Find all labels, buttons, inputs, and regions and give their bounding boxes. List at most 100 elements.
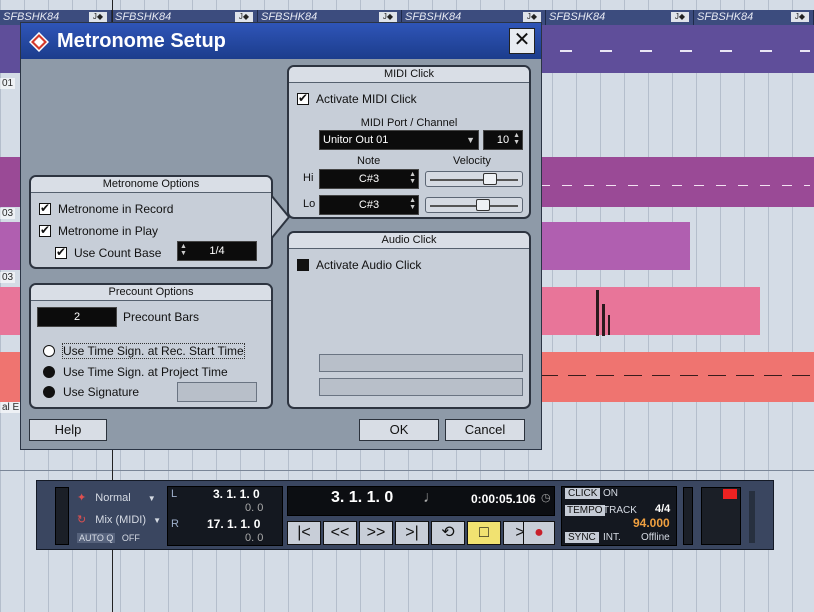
track-label: al E bbox=[0, 402, 22, 413]
tempo-value[interactable]: 94.000 bbox=[633, 516, 670, 530]
output-meter bbox=[683, 487, 693, 545]
cancel-button[interactable]: Cancel bbox=[445, 419, 525, 441]
checkbox-box[interactable] bbox=[39, 223, 51, 237]
go-to-start-button[interactable]: |< bbox=[287, 521, 321, 545]
left-locator-value[interactable]: 3. 1. 1. 0 bbox=[213, 487, 260, 501]
midi-port-select[interactable]: Unitor Out 01 ▼ bbox=[319, 130, 479, 150]
audio-waveform bbox=[608, 315, 610, 335]
rewind-button[interactable]: << bbox=[323, 521, 357, 545]
signature-field[interactable] bbox=[177, 382, 257, 402]
fast-forward-button[interactable]: >> bbox=[359, 521, 393, 545]
panel-title: Metronome Options bbox=[31, 177, 271, 193]
precount-bars-label: Precount Bars bbox=[123, 310, 200, 324]
note-header: Note bbox=[357, 155, 381, 167]
metronome-options-panel: Metronome Options Metronome in Record Me… bbox=[29, 175, 273, 269]
checkbox-box[interactable] bbox=[39, 201, 51, 215]
part-name: SFBSHK84 bbox=[549, 11, 606, 23]
transport-panel: ✦ Normal ▼ ↻ Mix (MIDI) ▼ AUTO Q OFF L 3… bbox=[36, 480, 774, 550]
audio-click-hi-field[interactable] bbox=[319, 354, 523, 372]
record-mode-select[interactable]: ✦ Normal ▼ bbox=[77, 491, 156, 504]
part-header[interactable]: SFBSHK84 J◆ bbox=[694, 10, 814, 25]
checkbox-box[interactable] bbox=[297, 259, 309, 271]
midi-channel-field[interactable]: 10 ▲ ▼ bbox=[483, 130, 523, 150]
checkbox-box[interactable] bbox=[55, 245, 67, 259]
position-bars[interactable]: 3. 1. 1. 0 bbox=[331, 489, 393, 507]
help-button[interactable]: Help bbox=[29, 419, 107, 441]
chevron-down-icon[interactable]: ▼ bbox=[153, 516, 161, 525]
audio-click-lo-field[interactable] bbox=[319, 378, 523, 396]
radio-time-sign-project[interactable]: Use Time Sign. at Project Time bbox=[43, 365, 228, 379]
radio-time-sign-rec-start[interactable]: Use Time Sign. at Rec. Start Time bbox=[43, 343, 245, 359]
slider-rail bbox=[430, 205, 518, 207]
slider-knob[interactable] bbox=[476, 199, 490, 211]
position-time[interactable]: 0:00:05.106 bbox=[471, 492, 536, 506]
hi-note-field[interactable]: C#3 ▲ ▼ bbox=[319, 169, 419, 189]
spin-arrows-icon[interactable]: ▲ ▼ bbox=[513, 132, 520, 146]
ok-button[interactable]: OK bbox=[359, 419, 439, 441]
chevron-down-icon[interactable]: ▼ bbox=[148, 494, 156, 503]
checkbox-label: Metronome in Play bbox=[58, 224, 159, 238]
lo-velocity-slider[interactable] bbox=[425, 197, 523, 213]
right-locator-value[interactable]: 17. 1. 1. 0 bbox=[207, 517, 260, 531]
metronome-in-record-checkbox[interactable]: Metronome in Record bbox=[39, 201, 174, 216]
cubase-logo-icon bbox=[29, 32, 49, 52]
track-divider bbox=[0, 470, 814, 471]
lo-label: Lo bbox=[303, 198, 316, 210]
radio-button[interactable] bbox=[43, 366, 55, 378]
activate-midi-click-checkbox[interactable]: Activate MIDI Click bbox=[297, 91, 417, 106]
audio-waveform bbox=[602, 304, 605, 336]
midi-part-notes bbox=[540, 185, 810, 186]
cycle-button[interactable]: ⟲ bbox=[431, 521, 465, 545]
radio-button[interactable] bbox=[43, 386, 55, 398]
left-locator-label[interactable]: L bbox=[171, 488, 177, 500]
sync-button[interactable]: SYNC bbox=[565, 532, 599, 543]
spin-arrows-icon[interactable]: ▲ ▼ bbox=[409, 197, 416, 211]
slider-knob[interactable] bbox=[483, 173, 497, 185]
note-icon: ♩ bbox=[423, 489, 439, 506]
record-icon: ● bbox=[534, 524, 544, 541]
part-marker-icon: J◆ bbox=[89, 12, 107, 22]
checkbox-label: Metronome in Record bbox=[58, 202, 174, 216]
radio-use-signature[interactable]: Use Signature bbox=[43, 385, 139, 399]
metronome-in-play-checkbox[interactable]: Metronome in Play bbox=[39, 223, 159, 238]
spin-arrows-icon[interactable]: ▲ ▼ bbox=[409, 171, 416, 185]
lo-note-field[interactable]: C#3 ▲ ▼ bbox=[319, 195, 419, 215]
checkbox-box[interactable] bbox=[297, 91, 309, 105]
left-locator-sub: 0. 0 bbox=[245, 502, 264, 514]
use-count-base-checkbox[interactable]: Use Count Base bbox=[55, 245, 161, 260]
sync-status: Offline bbox=[641, 532, 670, 543]
track-label: 01 bbox=[0, 78, 16, 89]
radio-button[interactable] bbox=[43, 345, 55, 357]
close-button[interactable]: ✕ bbox=[509, 28, 535, 54]
master-fader[interactable] bbox=[749, 491, 755, 543]
go-to-end-button[interactable]: >| bbox=[395, 521, 429, 545]
precount-bars-value: 2 bbox=[73, 311, 81, 323]
cycle-mode-select[interactable]: ↻ Mix (MIDI) ▼ bbox=[77, 513, 161, 526]
cycle-mode-label: Mix (MIDI) bbox=[95, 514, 146, 526]
right-locator-label[interactable]: R bbox=[171, 518, 179, 530]
part-name: SFBSHK84 bbox=[697, 11, 754, 23]
chevron-down-icon[interactable]: ▼ bbox=[466, 131, 475, 149]
auto-quantize-toggle[interactable]: AUTO Q OFF bbox=[77, 533, 140, 543]
checkbox-label: Activate MIDI Click bbox=[316, 92, 417, 106]
activate-audio-click-checkbox[interactable]: Activate Audio Click bbox=[297, 258, 421, 272]
midi-click-panel: MIDI Click Activate MIDI Click MIDI Port… bbox=[287, 65, 531, 219]
midi-port-value: Unitor Out 01 bbox=[323, 134, 389, 146]
hi-velocity-slider[interactable] bbox=[425, 171, 523, 187]
precount-bars-field[interactable]: 2 bbox=[37, 307, 117, 327]
stop-button[interactable]: □ bbox=[467, 521, 501, 545]
part-header[interactable]: SFBSHK84 J◆ bbox=[546, 10, 694, 25]
dialog-titlebar[interactable]: Metronome Setup ✕ bbox=[21, 23, 541, 59]
count-base-field[interactable]: ▲ ▼ 1/4 bbox=[177, 241, 257, 261]
midi-part-notes bbox=[540, 375, 810, 376]
record-button[interactable]: ● bbox=[523, 521, 555, 545]
click-button[interactable]: CLICK bbox=[565, 488, 601, 499]
spin-arrows-icon[interactable]: ▲ ▼ bbox=[180, 243, 187, 257]
time-signature[interactable]: 4/4 bbox=[655, 503, 670, 515]
lo-note-value: C#3 bbox=[358, 199, 380, 211]
tempo-button[interactable]: TEMPO bbox=[565, 505, 605, 516]
hi-label: Hi bbox=[303, 172, 314, 184]
auto-q-value: OFF bbox=[121, 533, 140, 543]
track-label: 03 bbox=[0, 208, 16, 219]
sync-mode: INT. bbox=[603, 532, 621, 543]
